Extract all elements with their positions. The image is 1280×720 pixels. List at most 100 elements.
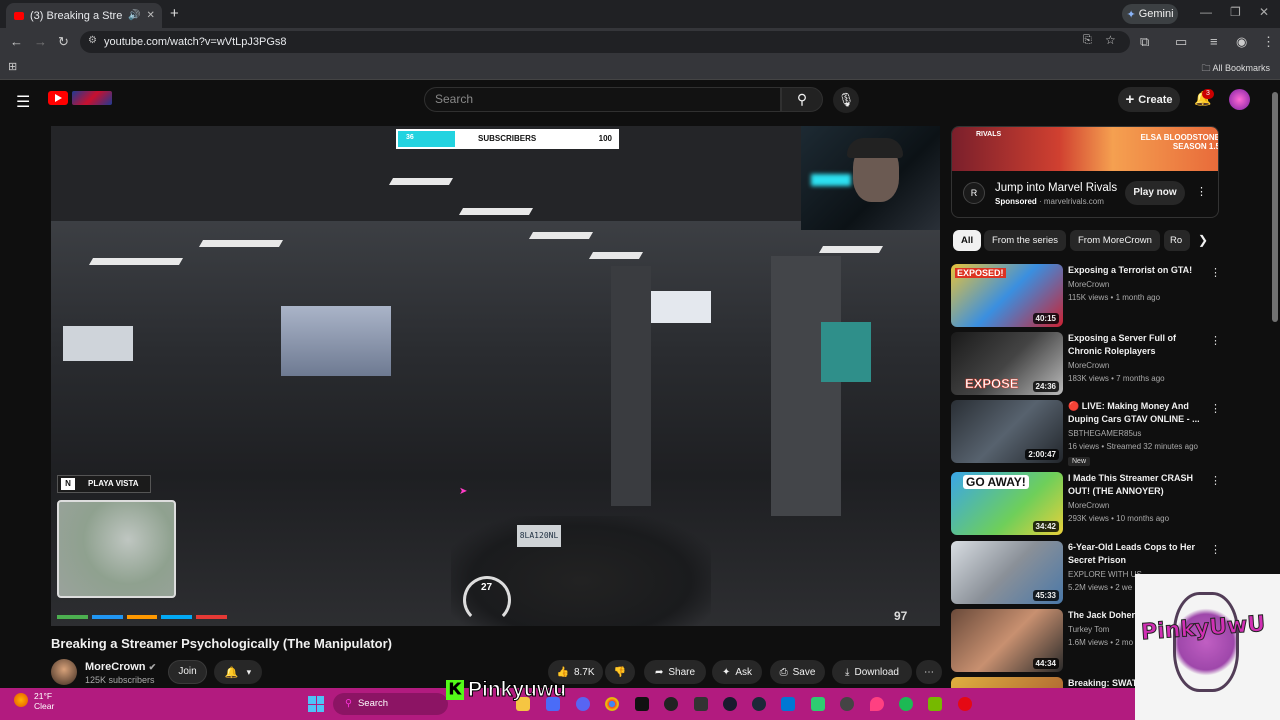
reload-icon[interactable]: ↻ (58, 34, 69, 50)
chip-from-series[interactable]: From the series (984, 230, 1066, 251)
minimize-icon[interactable]: — (1200, 5, 1212, 19)
garage-pillar (771, 256, 841, 516)
chrome-menu-icon[interactable]: ⋮ (1262, 34, 1275, 50)
outlook-icon[interactable] (781, 697, 795, 711)
obs-icon[interactable] (664, 697, 678, 711)
save-button[interactable]: ⎙ Save (770, 660, 825, 684)
app-icon[interactable] (958, 697, 972, 711)
share-button[interactable]: ➦ Share (644, 660, 706, 684)
recommendation-meta: 16 views • Streamed 32 minutes ago (1068, 442, 1198, 451)
youtube-logo[interactable] (48, 91, 68, 105)
weather-widget[interactable]: 21°F Clear (14, 691, 54, 711)
browser-tab[interactable]: (3) Breaking a Streamer Psy 🔊 ✕ (6, 3, 162, 28)
taskbar-search[interactable]: ⚲ Search (333, 693, 448, 715)
location-label: N PLAYA VISTA (57, 475, 151, 493)
steam-icon[interactable] (752, 697, 766, 711)
close-window-icon[interactable]: ✕ (1259, 5, 1269, 19)
chip-partial[interactable]: Ro (1164, 230, 1190, 251)
ceiling-light (198, 240, 284, 247)
more-actions-button[interactable]: ⋯ (916, 660, 942, 684)
forward-icon[interactable]: → (34, 34, 47, 49)
address-bar[interactable]: ⚙ youtube.com/watch?v=wVtLpJ3PGs8 ⎘ ☆ (80, 31, 1130, 53)
speedometer: 27 (441, 576, 531, 624)
sidebar-icon[interactable]: ▭ (1175, 34, 1187, 50)
bookmark-star-icon[interactable]: ☆ (1105, 33, 1116, 47)
chips-next-chevron-icon[interactable]: ❯ (1198, 233, 1208, 247)
dislike-button[interactable]: 👎 (605, 660, 635, 684)
epic-launcher-icon[interactable] (694, 697, 708, 711)
chrome-icon[interactable] (605, 697, 619, 711)
subscriber-count: 125K subscribers (85, 675, 155, 685)
chip-all[interactable]: All (953, 230, 982, 251)
site-info-icon[interactable]: ⚙ (88, 35, 97, 46)
maximize-icon[interactable]: ❐ (1230, 5, 1241, 19)
join-button[interactable]: Join (168, 660, 207, 684)
recommendation-item[interactable]: 2:00:47 🔴 LIVE: Making Money And Duping … (951, 400, 1221, 466)
sponsored-ad-card[interactable]: RIVALS ELSA BLOODSTONE SEASON 1.5 R Jump… (951, 126, 1219, 218)
gemini-button[interactable]: ✦ Gemini (1122, 4, 1178, 24)
ad-banner-brand: RIVALS (976, 131, 1002, 138)
ceiling-light (388, 178, 454, 185)
queue-icon[interactable]: ≡ (1210, 34, 1218, 49)
user-avatar[interactable] (1229, 89, 1250, 110)
voice-search-button[interactable]: 🎙 (833, 87, 859, 113)
epic-games-icon[interactable] (635, 697, 649, 711)
recommendation-item[interactable]: GO AWAY! 34:42 I Made This Streamer CRAS… (951, 472, 1221, 536)
chip-from-morecrown[interactable]: From MoreCrown (1070, 230, 1160, 251)
channel-name[interactable]: MoreCrown ✔ (85, 661, 156, 673)
search-button[interactable]: ⚲ (781, 87, 823, 112)
app-icon[interactable] (811, 697, 825, 711)
play-now-button[interactable]: Play now (1125, 181, 1185, 205)
discord-icon[interactable] (576, 697, 590, 711)
speaker-icon[interactable]: 🔊 (128, 10, 140, 21)
hamburger-menu-icon[interactable]: ☰ (16, 92, 30, 112)
windows-start-icon[interactable] (308, 696, 324, 712)
more-options-icon[interactable]: ⋮ (1210, 543, 1221, 556)
app-icon[interactable] (840, 697, 854, 711)
ad-banner-image[interactable]: RIVALS ELSA BLOODSTONE SEASON 1.5 (952, 127, 1218, 171)
app-icon[interactable] (723, 697, 737, 711)
recommendation-item[interactable]: EXPOSED! 40:15 Exposing a Terrorist on G… (951, 264, 1221, 328)
video-thumbnail[interactable]: 44:34 (951, 609, 1063, 672)
spotify-icon[interactable] (899, 697, 913, 711)
video-player[interactable]: 8LA120NL 36 SUBSCRIBERS 100 N PLAYA VIST… (51, 126, 940, 626)
extensions-icon[interactable]: ⧉ (1140, 34, 1149, 50)
more-options-icon[interactable]: ⋮ (1210, 266, 1221, 279)
page-scrollbar[interactable] (1270, 80, 1280, 574)
more-options-icon[interactable]: ⋮ (1210, 402, 1221, 415)
video-thumbnail[interactable]: 2:00:47 (951, 400, 1063, 463)
browser-tab-bar: (3) Breaking a Streamer Psy 🔊 ✕ + ✦ Gemi… (0, 0, 1280, 28)
video-thumbnail[interactable] (951, 677, 1063, 688)
apps-grid-icon[interactable]: ⊞ (8, 60, 17, 73)
video-thumbnail[interactable]: 45:33 (951, 541, 1063, 604)
stress-bar (196, 615, 227, 619)
url-text: youtube.com/watch?v=wVtLpJ3PGs8 (104, 36, 287, 48)
profile-icon[interactable]: ◉ (1236, 34, 1247, 50)
video-thumbnail[interactable]: EXPOSE 24:36 (951, 332, 1063, 395)
hunger-bar (126, 615, 158, 619)
create-button[interactable]: + Create (1118, 87, 1180, 112)
video-thumbnail[interactable]: GO AWAY! 34:42 (951, 472, 1063, 535)
country-flag-doodle (72, 91, 112, 105)
nvidia-icon[interactable] (928, 697, 942, 711)
more-options-icon[interactable]: ⋮ (1210, 334, 1221, 347)
channel-avatar[interactable] (51, 659, 77, 685)
weather-condition: Clear (34, 701, 55, 711)
video-thumbnail[interactable]: EXPOSED! 40:15 (951, 264, 1063, 327)
scrollbar-thumb[interactable] (1272, 92, 1278, 322)
more-options-icon[interactable]: ⋮ (1210, 474, 1221, 487)
subscription-bell-button[interactable]: 🔔 ▾ (214, 660, 262, 684)
ad-more-icon[interactable]: ⋮ (1196, 185, 1207, 198)
search-input[interactable]: Search (424, 87, 781, 112)
download-button[interactable]: ⤓ Download (832, 660, 912, 684)
logo-text: PinkyUwU (1140, 611, 1267, 646)
all-bookmarks-button[interactable]: 🗀 All Bookmarks (1201, 61, 1270, 77)
recommendation-item[interactable]: EXPOSE 24:36 Exposing a Server Full of C… (951, 332, 1221, 396)
back-icon[interactable]: ← (10, 34, 23, 49)
ask-button[interactable]: ✦ Ask (712, 660, 762, 684)
cast-icon[interactable]: ⎘ (1083, 34, 1092, 47)
new-tab-button[interactable]: + (170, 5, 179, 22)
maps-pin-icon[interactable] (870, 697, 884, 711)
ceiling-light (588, 252, 644, 259)
close-tab-icon[interactable]: ✕ (146, 10, 154, 21)
